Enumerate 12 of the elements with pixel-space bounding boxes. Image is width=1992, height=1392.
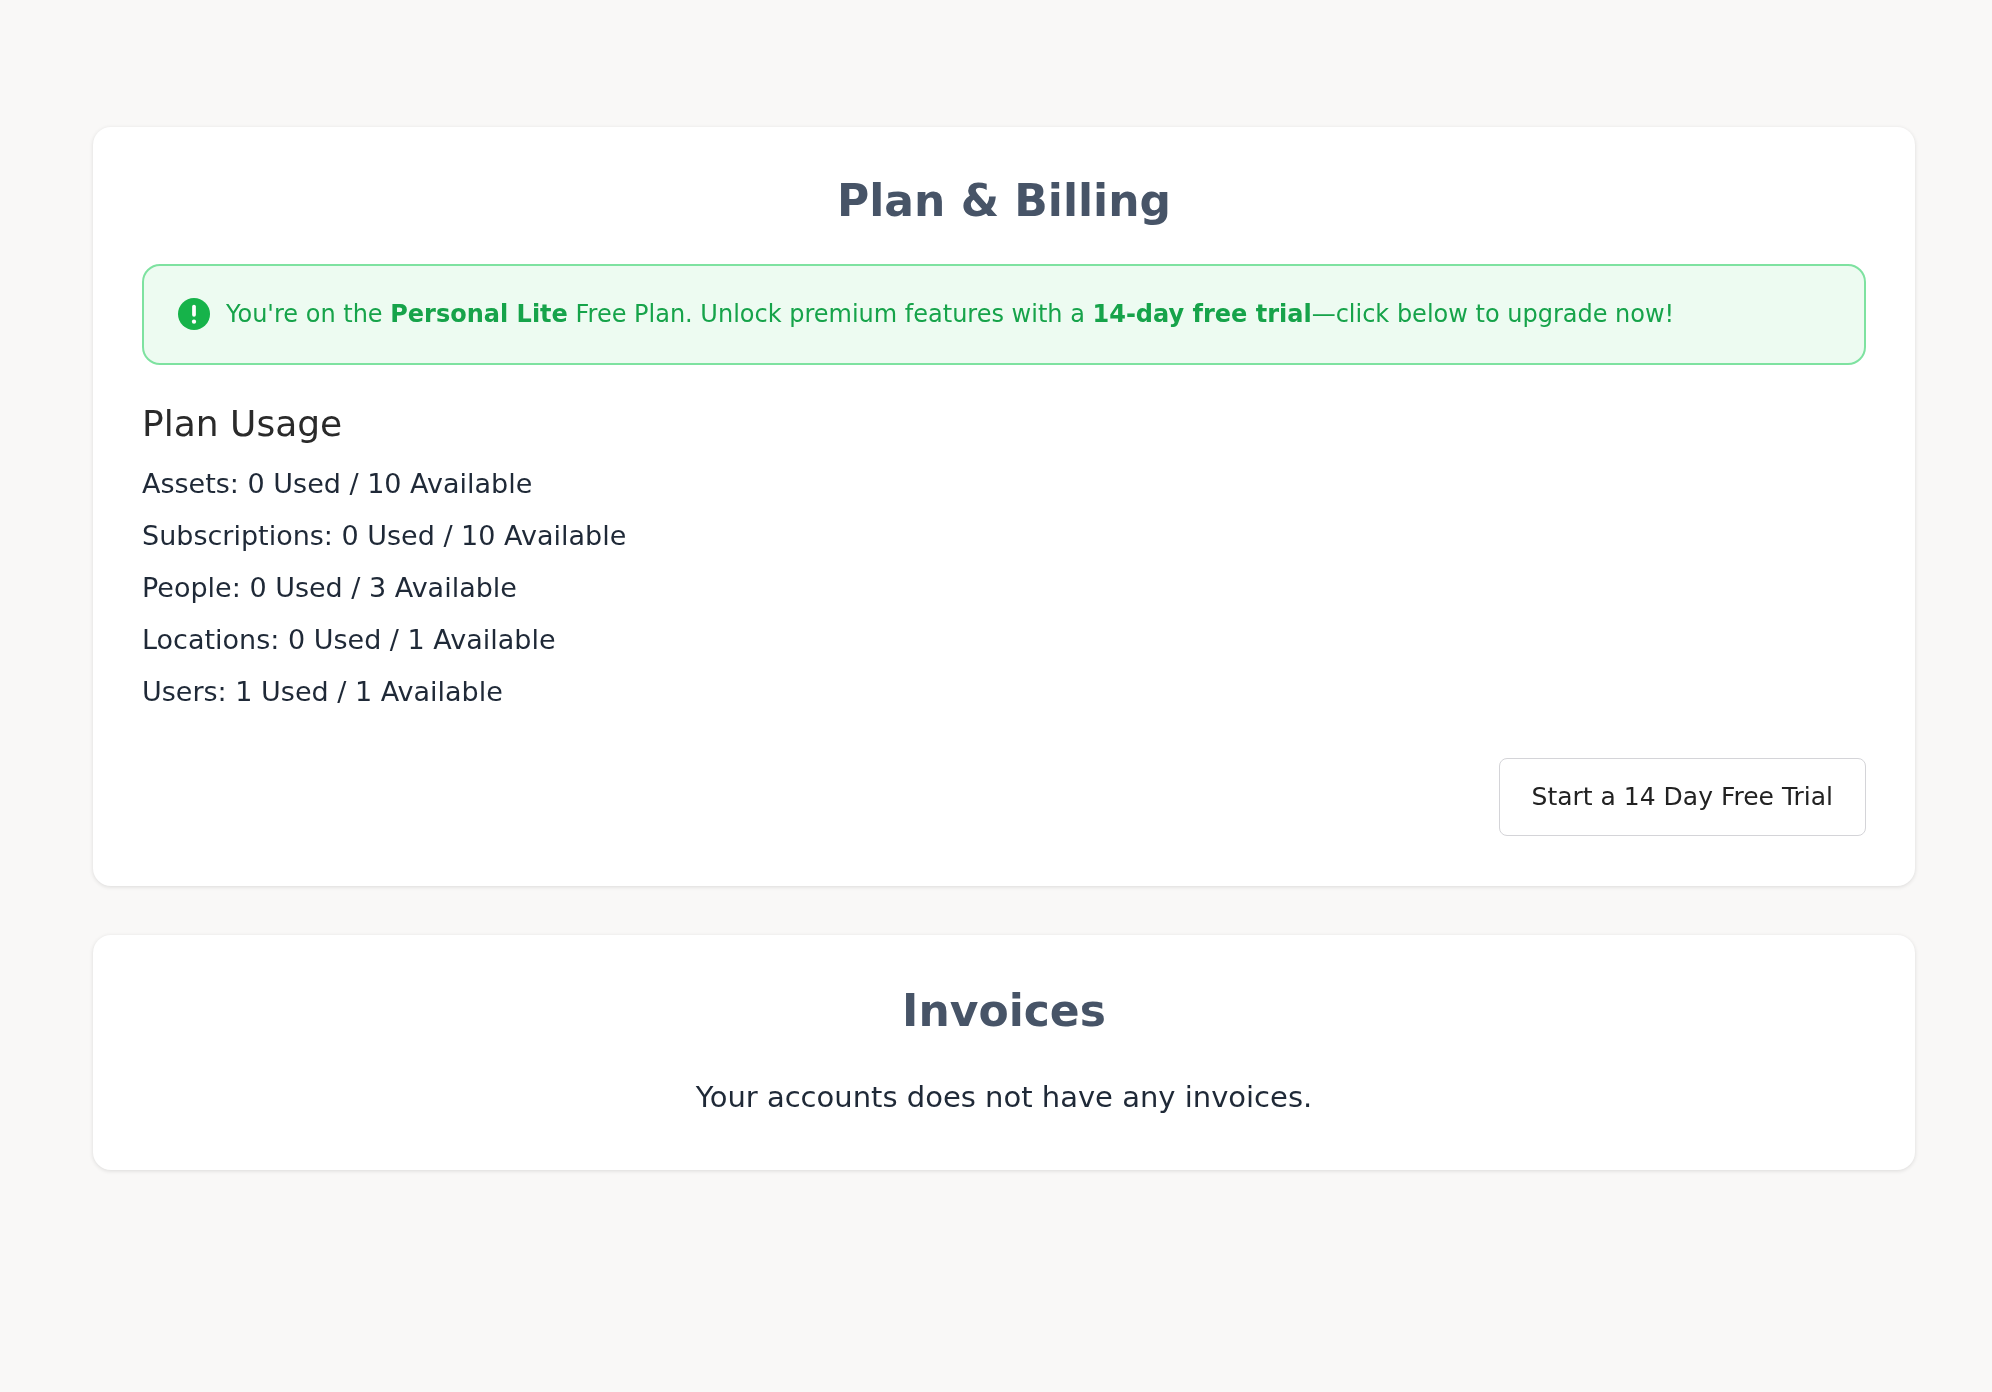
usage-line: Assets: 0 Used / 10 Available [142, 466, 534, 501]
usage-line: Locations: 0 Used / 1 Available [142, 622, 557, 657]
usage-line: Subscriptions: 0 Used / 10 Available [142, 518, 628, 553]
card-title: Plan & Billing [835, 175, 1172, 228]
usage-line: People: 0 Used / 3 Available [142, 570, 518, 605]
exclamation-icon [178, 298, 210, 331]
empty-message: Your accounts does not have any invoices. [694, 1079, 1314, 1114]
card-title: Invoices [901, 984, 1107, 1038]
usage-line: Users: 1 Used / 1 Available [142, 674, 504, 709]
section-heading: Plan Usage [142, 402, 344, 444]
trial-button[interactable]: Start a 14 Day Free Trial [1498, 757, 1866, 836]
alert-message: You're on the Personal Lite Free Plan. Unlock premium features with a 14-day free trial—click below to upgrade now! [226, 300, 1675, 329]
